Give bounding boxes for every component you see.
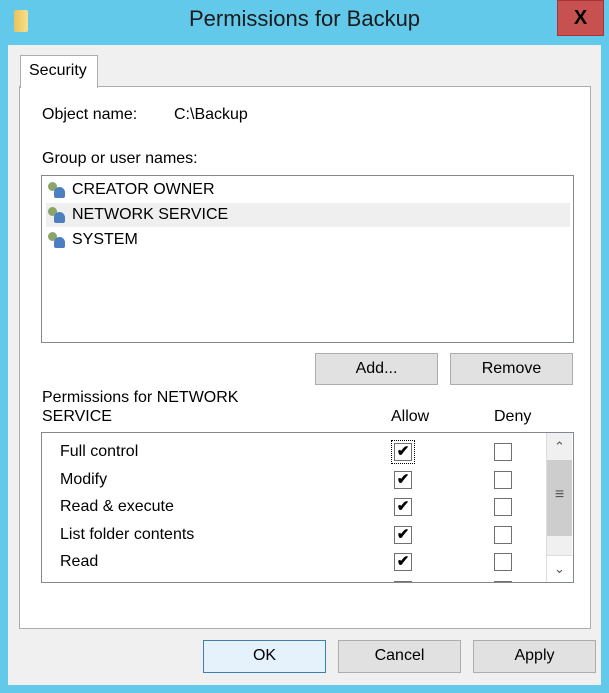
allow-checkbox[interactable]: ✔ — [394, 498, 412, 516]
allow-checkbox[interactable]: ✔ — [394, 470, 412, 489]
deny-checkbox[interactable] — [494, 580, 512, 582]
deny-checkbox[interactable] — [494, 443, 512, 461]
permissions-label: Permissions for NETWORK SERVICE — [42, 389, 239, 425]
permission-name: Modify — [60, 470, 108, 488]
scrollbar[interactable]: ⌃ ≡ ⌄ — [546, 433, 572, 582]
deny-checkbox[interactable] — [494, 470, 512, 489]
permission-name: List folder contents — [60, 525, 195, 543]
group-user-list[interactable]: CREATOR OWNER NETWORK SERVICE SYSTEM — [41, 175, 574, 343]
allow-header: Allow — [391, 408, 430, 425]
apply-button[interactable]: Apply — [473, 640, 596, 673]
permission-row: Full control ✔ — [60, 438, 540, 465]
permissions-list[interactable]: Full control ✔ Modify ✔ Read & execute ✔ List … — [41, 432, 574, 583]
permission-row: Read & execute ✔ — [60, 493, 540, 520]
list-item[interactable]: NETWORK SERVICE — [46, 203, 570, 227]
deny-header: Deny — [494, 408, 532, 425]
permission-name: Read & execute — [60, 498, 174, 515]
list-item-label: CREATOR OWNER — [72, 181, 215, 198]
allow-checkbox[interactable]: ✔ — [394, 580, 412, 582]
user-group-icon — [48, 207, 66, 223]
window-title: Permissions for Backup — [188, 6, 421, 31]
permission-name: Full control — [60, 443, 139, 460]
allow-checkbox[interactable]: ✔ — [391, 440, 415, 464]
ok-button[interactable]: OK — [203, 640, 326, 673]
scroll-thumb[interactable]: ≡ — [547, 460, 572, 536]
permission-name: Write — [60, 581, 97, 583]
list-item[interactable]: CREATOR OWNER — [46, 178, 570, 202]
deny-checkbox[interactable] — [494, 498, 512, 516]
scroll-down-icon[interactable]: ⌄ — [547, 555, 572, 582]
tab-security[interactable]: Security — [20, 55, 98, 88]
list-item-label: NETWORK SERVICE — [72, 206, 229, 223]
object-name-label: Object name: — [42, 106, 138, 123]
close-button[interactable]: X — [557, 0, 604, 36]
deny-checkbox[interactable] — [494, 525, 512, 544]
scroll-up-icon[interactable]: ⌃ — [547, 433, 572, 460]
group-list-label: Group or user names: — [42, 150, 198, 167]
list-item-label: SYSTEM — [72, 231, 138, 248]
allow-checkbox[interactable]: ✔ — [394, 553, 412, 571]
permission-name: Read — [60, 553, 99, 570]
list-item[interactable]: SYSTEM — [46, 228, 570, 252]
remove-button[interactable]: Remove — [450, 353, 573, 385]
cancel-button[interactable]: Cancel — [338, 640, 461, 673]
deny-checkbox[interactable] — [494, 553, 512, 571]
user-group-icon — [48, 182, 66, 198]
add-button[interactable]: Add... — [315, 353, 438, 385]
allow-checkbox[interactable]: ✔ — [394, 525, 412, 544]
permission-row: Modify ✔ — [60, 466, 540, 493]
permission-row: Read ✔ — [60, 548, 540, 575]
permission-row: List folder contents ✔ — [60, 521, 540, 548]
user-group-icon — [48, 232, 66, 248]
permission-row: Write ✔ — [60, 576, 540, 583]
object-name-value: C:\Backup — [174, 106, 248, 123]
